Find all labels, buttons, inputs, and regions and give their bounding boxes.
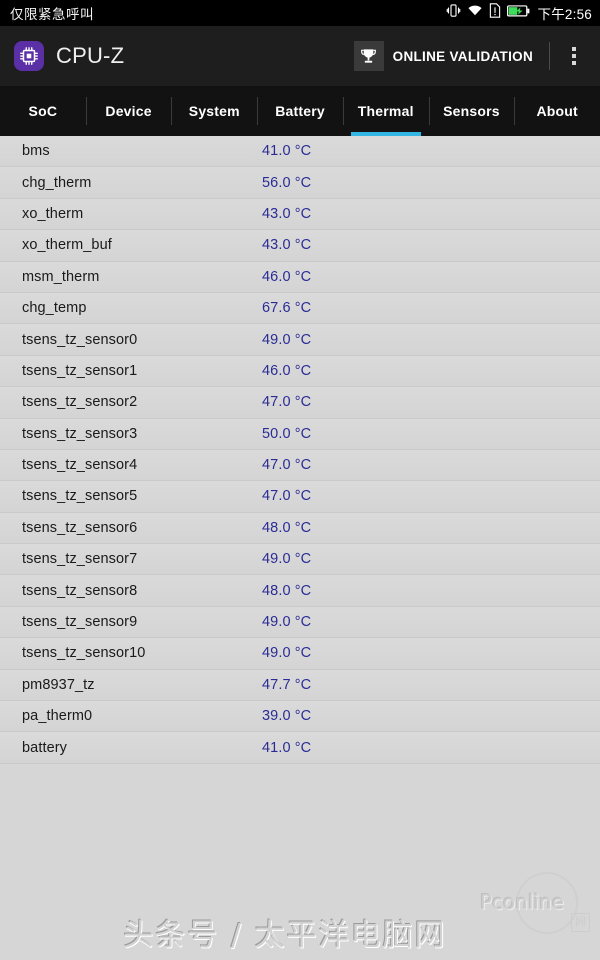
table-row[interactable]: bms 41.0 °C (0, 136, 600, 168)
table-row[interactable]: pm8937_tz 47.7 °C (0, 669, 600, 702)
tab-system[interactable]: System (171, 86, 257, 136)
online-validation-button[interactable]: ONLINE VALIDATION (353, 41, 533, 71)
sensor-value: 67.6 °C (262, 300, 312, 317)
tab-label: About (536, 103, 578, 119)
status-bar: 仅限紧急呼叫 下午2:56 (0, 0, 600, 26)
table-row[interactable]: tsens_tz_sensor3 50.0 °C (0, 418, 600, 450)
sensor-name: tsens_tz_sensor0 (22, 331, 138, 348)
phone-screen: 仅限紧急呼叫 下午2:56 CPU-Z ONLINE VALIDATION So… (0, 0, 600, 960)
sensor-value: 49.0 °C (262, 331, 312, 348)
online-validation-label: ONLINE VALIDATION (392, 48, 533, 64)
tab-label: Device (105, 103, 152, 119)
sensor-name: battery (22, 739, 68, 756)
sensor-name: tsens_tz_sensor7 (22, 551, 138, 568)
sensor-name: tsens_tz_sensor5 (22, 488, 138, 505)
tab-about[interactable]: About (514, 86, 600, 136)
tab-device[interactable]: Device (85, 86, 172, 136)
clock-label: 下午2:56 (537, 7, 592, 22)
table-row[interactable]: tsens_tz_sensor2 47.0 °C (0, 387, 600, 419)
sensor-value: 47.0 °C (262, 394, 312, 411)
table-row[interactable]: xo_therm 43.0 °C (0, 198, 600, 231)
sensor-name: pa_therm0 (22, 708, 93, 725)
sensor-value: 48.0 °C (262, 582, 312, 599)
sensor-name: tsens_tz_sensor2 (22, 394, 138, 411)
tab-label: Thermal (357, 103, 414, 119)
status-icons: 下午2:56 (446, 3, 592, 23)
tab-label: System (188, 103, 240, 119)
table-row[interactable]: pa_therm0 39.0 °C (0, 701, 600, 733)
vibrate-icon (446, 3, 461, 23)
sensor-name: xo_therm_buf (22, 237, 112, 254)
battery-charging-icon (506, 4, 530, 23)
sensor-name: tsens_tz_sensor1 (22, 362, 138, 379)
tab-battery[interactable]: Battery (257, 86, 343, 136)
sensor-name: tsens_tz_sensor9 (22, 614, 138, 631)
table-row[interactable]: chg_temp 67.6 °C (0, 292, 600, 325)
sim-alert-icon (489, 3, 501, 23)
sensor-name: msm_therm (22, 268, 100, 285)
wifi-icon (467, 3, 483, 23)
app-bar-actions: ONLINE VALIDATION (353, 41, 588, 71)
sensor-value: 49.0 °C (262, 645, 312, 662)
tab-sensors[interactable]: Sensors (428, 86, 515, 136)
table-row[interactable]: tsens_tz_sensor8 48.0 °C (0, 575, 600, 607)
sensor-name: tsens_tz_sensor6 (22, 519, 138, 536)
sensor-value: 48.0 °C (262, 519, 312, 536)
table-row[interactable]: battery 41.0 °C (0, 732, 600, 764)
sensor-name: tsens_tz_sensor4 (22, 457, 138, 474)
table-row[interactable]: msm_therm 46.0 °C (0, 261, 600, 293)
sensor-name: chg_temp (22, 300, 87, 317)
cpu-chip-icon (14, 41, 44, 71)
table-row[interactable]: xo_therm_buf 43.0 °C (0, 230, 600, 262)
tab-soc[interactable]: SoC (0, 86, 86, 136)
sensor-name: tsens_tz_sensor10 (22, 645, 146, 662)
table-row[interactable]: tsens_tz_sensor0 49.0 °C (0, 324, 600, 356)
sensor-name: tsens_tz_sensor8 (22, 582, 138, 599)
sensor-name: pm8937_tz (22, 676, 95, 693)
sensor-value: 47.0 °C (262, 457, 312, 474)
trophy-icon (353, 41, 384, 71)
app-bar: CPU-Z ONLINE VALIDATION (0, 26, 600, 86)
table-row[interactable]: tsens_tz_sensor9 49.0 °C (0, 606, 600, 639)
source-watermark: 头条号 / 太平洋电脑网 (123, 918, 447, 953)
table-row[interactable]: tsens_tz_sensor7 49.0 °C (0, 544, 600, 576)
table-row[interactable]: tsens_tz_sensor5 47.0 °C (0, 481, 600, 513)
table-row[interactable]: tsens_tz_sensor4 47.0 °C (0, 449, 600, 482)
table-row[interactable]: tsens_tz_sensor10 49.0 °C (0, 638, 600, 670)
sensor-value: 43.0 °C (262, 205, 312, 222)
tab-label: Sensors (443, 103, 500, 119)
sensor-value: 47.0 °C (262, 488, 312, 505)
tab-label: Battery (275, 103, 325, 119)
sensor-value: 47.7 °C (262, 676, 312, 693)
tab-label: SoC (28, 103, 58, 119)
app-title: CPU-Z (56, 43, 125, 68)
sensor-name: xo_therm (22, 205, 84, 222)
table-row[interactable]: tsens_tz_sensor6 48.0 °C (0, 512, 600, 545)
more-vertical-icon[interactable] (564, 41, 584, 71)
sensor-name: bms (22, 143, 50, 160)
table-row[interactable]: chg_therm 56.0 °C (0, 167, 600, 199)
tab-bar: SoC Device System Battery Thermal Sensor… (0, 86, 600, 136)
tab-thermal[interactable]: Thermal (342, 86, 429, 136)
appbar-divider (549, 42, 550, 70)
sensor-value: 41.0 °C (262, 739, 312, 756)
sensor-value: 49.0 °C (262, 551, 312, 568)
sensor-value: 46.0 °C (262, 362, 312, 379)
thermal-list[interactable]: bms 41.0 °C chg_therm 56.0 °C xo_therm 43.0 °… (0, 136, 600, 764)
sensor-name: chg_therm (22, 174, 92, 191)
sensor-value: 39.0 °C (262, 708, 312, 725)
sensor-value: 41.0 °C (262, 143, 312, 160)
sensor-value: 50.0 °C (262, 425, 312, 442)
sensor-name: tsens_tz_sensor3 (22, 425, 138, 442)
sensor-value: 49.0 °C (262, 614, 312, 631)
table-row[interactable]: tsens_tz_sensor1 46.0 °C (0, 355, 600, 388)
sensor-value: 56.0 °C (262, 174, 312, 191)
carrier-label: 仅限紧急呼叫 (10, 7, 94, 22)
sensor-value: 43.0 °C (262, 237, 312, 254)
sensor-value: 46.0 °C (262, 268, 312, 285)
